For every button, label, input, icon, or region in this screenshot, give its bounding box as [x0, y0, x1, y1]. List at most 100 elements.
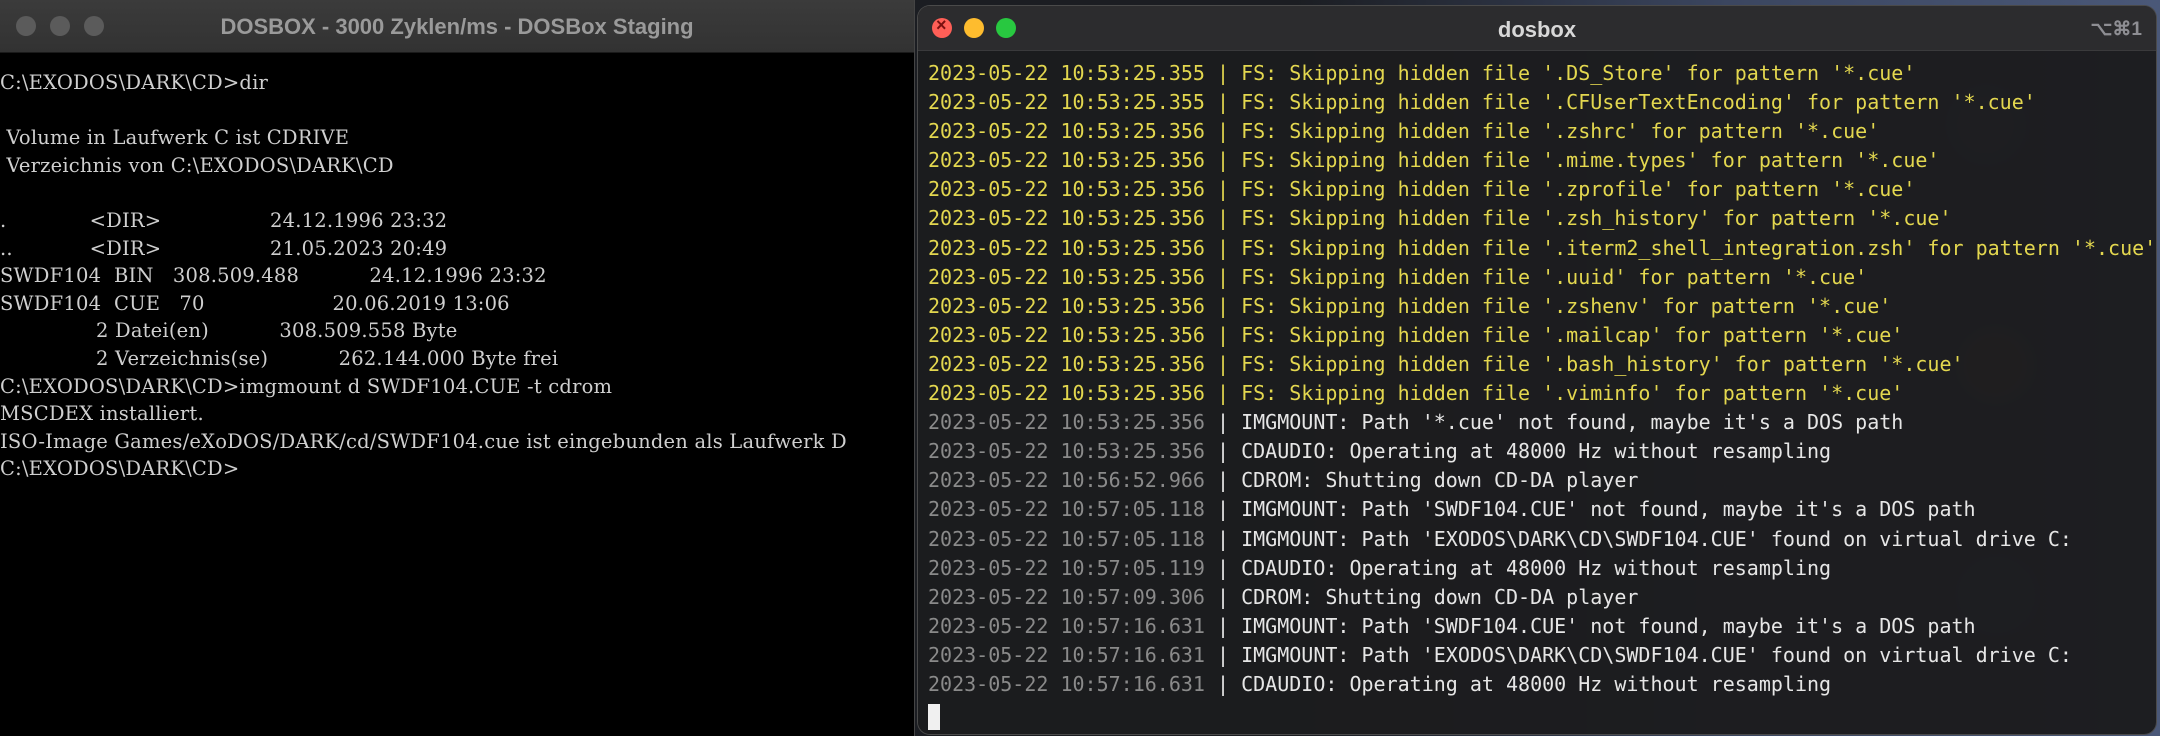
console-line: MSCDEX installiert. — [0, 402, 204, 426]
log-separator: | — [1204, 235, 1242, 260]
log-line: 2023-05-22 10:53:25.356 | FS: Skipping h… — [928, 204, 2156, 233]
log-separator: | — [1204, 584, 1242, 609]
log-timestamp: 2023-05-22 10:57:05.118 — [928, 526, 1205, 551]
log-timestamp: 2023-05-22 10:57:05.119 — [928, 555, 1205, 580]
log-line: 2023-05-22 10:53:25.356 | FS: Skipping h… — [928, 379, 2156, 408]
log-separator: | — [1204, 264, 1242, 289]
log-timestamp: 2023-05-22 10:53:25.356 — [928, 177, 1205, 202]
log-message: CDAUDIO: Operating at 48000 Hz without r… — [1241, 671, 1832, 696]
log-separator: | — [1204, 351, 1242, 376]
log-timestamp: 2023-05-22 10:53:25.356 — [928, 322, 1205, 347]
log-message: IMGMOUNT: Path 'EXODOS\DARK\CD\SWDF104.C… — [1241, 642, 2072, 667]
log-separator: | — [1204, 61, 1242, 85]
log-message: CDAUDIO: Operating at 48000 Hz without r… — [1241, 439, 1832, 464]
log-message: CDROM: Shutting down CD-DA player — [1241, 584, 1639, 609]
log-timestamp: 2023-05-22 10:53:25.355 — [928, 61, 1205, 85]
console-line: C:\EXODOS\DARK\CD>dir — [0, 71, 269, 94]
terminal-titlebar[interactable]: dosbox ⌥⌘1 — [918, 6, 2156, 51]
log-timestamp: 2023-05-22 10:53:25.355 — [928, 90, 1205, 115]
log-message: IMGMOUNT: Path 'SWDF104.CUE' not found, … — [1241, 497, 1976, 522]
log-message: CDAUDIO: Operating at 48000 Hz without r… — [1241, 555, 1832, 580]
log-separator: | — [1204, 642, 1242, 667]
log-line: 2023-05-22 10:57:16.631 | IMGMOUNT: Path… — [928, 641, 2156, 670]
log-timestamp: 2023-05-22 10:53:25.356 — [928, 293, 1205, 318]
log-line: 2023-05-22 10:57:05.118 | IMGMOUNT: Path… — [928, 495, 2156, 524]
log-timestamp: 2023-05-22 10:53:25.356 — [928, 410, 1205, 435]
log-separator: | — [1204, 497, 1242, 522]
log-separator: | — [1204, 613, 1242, 638]
log-message: FS: Skipping hidden file '.mailcap' for … — [1241, 322, 1904, 347]
console-line: C:\EXODOS\DARK\CD> — [0, 457, 240, 481]
log-timestamp: 2023-05-22 10:56:52.966 — [928, 468, 1205, 493]
log-separator: | — [1204, 468, 1242, 493]
log-separator: | — [1204, 206, 1242, 231]
log-line: 2023-05-22 10:53:25.356 | FS: Skipping h… — [928, 175, 2156, 204]
log-line: 2023-05-22 10:53:25.355 | FS: Skipping h… — [928, 88, 2156, 117]
log-line: 2023-05-22 10:53:25.355 | FS: Skipping h… — [928, 59, 2156, 88]
log-line: 2023-05-22 10:57:09.306 | CDROM: Shuttin… — [928, 583, 2156, 612]
log-message: FS: Skipping hidden file '.viminfo' for … — [1241, 381, 1904, 406]
log-line: 2023-05-22 10:56:52.966 | CDROM: Shuttin… — [928, 466, 2156, 495]
log-line: 2023-05-22 10:57:05.118 | IMGMOUNT: Path… — [928, 525, 2156, 554]
log-line: 2023-05-22 10:53:25.356 | CDAUDIO: Opera… — [928, 437, 2156, 466]
log-message: CDROM: Shutting down CD-DA player — [1241, 468, 1639, 493]
log-message: FS: Skipping hidden file '.DS_Store' for… — [1241, 61, 1916, 85]
log-message: FS: Skipping hidden file '.mime.types' f… — [1241, 148, 1940, 173]
log-timestamp: 2023-05-22 10:53:25.356 — [928, 264, 1205, 289]
console-line: Volume in Laufwerk C ist CDRIVE — [0, 126, 350, 150]
dos-console[interactable]: C:\EXODOS\DARK\CD>dir Volume in Laufwerk… — [0, 53, 914, 483]
log-line: 2023-05-22 10:53:25.356 | FS: Skipping h… — [928, 350, 2156, 379]
console-line: ISO-Image Games/eXoDOS/DARK/cd/SWDF104.c… — [0, 429, 847, 453]
terminal-window[interactable]: dosbox ⌥⌘1 2023-05-22 10:53:25.355 | FS:… — [918, 6, 2156, 734]
window-title: DOSBOX - 3000 Zyklen/ms - DOSBox Staging — [220, 14, 694, 39]
console-line: 2 Verzeichnis(se) 262.144.000 Byte frei — [0, 346, 559, 370]
terminal-output[interactable]: 2023-05-22 10:53:25.355 | FS: Skipping h… — [918, 51, 2156, 730]
log-line: 2023-05-22 10:57:05.119 | CDAUDIO: Opera… — [928, 554, 2156, 583]
log-separator: | — [1204, 90, 1242, 115]
console-line: Verzeichnis von C:\EXODOS\DARK\CD — [0, 153, 394, 177]
console-line: SWDF104 BIN 308.509.488 24.12.1996 23:32 — [0, 264, 547, 288]
log-line: 2023-05-22 10:57:16.631 | CDAUDIO: Opera… — [928, 670, 2156, 699]
console-line: .. <DIR> 21.05.2023 20:49 — [0, 236, 448, 260]
log-separator: | — [1204, 177, 1242, 202]
log-line: 2023-05-22 10:53:25.356 | IMGMOUNT: Path… — [928, 408, 2156, 437]
log-separator: | — [1204, 381, 1242, 406]
prompt-line[interactable] — [928, 699, 2156, 730]
log-line: 2023-05-22 10:53:25.356 | FS: Skipping h… — [928, 263, 2156, 292]
log-message: FS: Skipping hidden file '.CFUserTextEnc… — [1241, 90, 2036, 115]
log-timestamp: 2023-05-22 10:53:25.356 — [928, 148, 1205, 173]
log-timestamp: 2023-05-22 10:53:25.356 — [928, 119, 1205, 144]
log-message: FS: Skipping hidden file '.zprofile' for… — [1241, 177, 1916, 202]
dosbox-titlebar[interactable]: DOSBOX - 3000 Zyklen/ms - DOSBox Staging — [0, 0, 914, 53]
dosbox-window[interactable]: DOSBOX - 3000 Zyklen/ms - DOSBox Staging… — [0, 0, 915, 736]
log-line: 2023-05-22 10:53:25.356 | FS: Skipping h… — [928, 146, 2156, 175]
log-timestamp: 2023-05-22 10:57:09.306 — [928, 584, 1205, 609]
window-shortcut: ⌥⌘1 — [2090, 19, 2142, 40]
log-timestamp: 2023-05-22 10:53:25.356 — [928, 351, 1205, 376]
console-line: 2 Datei(en) 308.509.558 Byte — [0, 319, 458, 343]
log-message: FS: Skipping hidden file '.zshrc' for pa… — [1241, 119, 1880, 144]
log-message: IMGMOUNT: Path 'EXODOS\DARK\CD\SWDF104.C… — [1241, 526, 2072, 551]
log-separator: | — [1204, 439, 1242, 464]
text-cursor — [928, 703, 940, 730]
log-separator: | — [1204, 410, 1242, 435]
log-separator: | — [1204, 671, 1242, 696]
log-message: FS: Skipping hidden file '.zshenv' for p… — [1241, 293, 1892, 318]
log-timestamp: 2023-05-22 10:57:16.631 — [928, 642, 1205, 667]
log-message: FS: Skipping hidden file '.bash_history'… — [1241, 351, 1964, 376]
log-message: FS: Skipping hidden file '.iterm2_shell_… — [1241, 235, 2156, 260]
log-timestamp: 2023-05-22 10:53:25.356 — [928, 206, 1205, 231]
log-message: FS: Skipping hidden file '.uuid' for pat… — [1241, 264, 1868, 289]
log-separator: | — [1204, 555, 1242, 580]
log-line: 2023-05-22 10:53:25.356 | FS: Skipping h… — [928, 292, 2156, 321]
log-timestamp: 2023-05-22 10:57:16.631 — [928, 613, 1205, 638]
log-line: 2023-05-22 10:53:25.356 | FS: Skipping h… — [928, 117, 2156, 146]
log-separator: | — [1204, 293, 1242, 318]
log-line: 2023-05-22 10:53:25.356 | FS: Skipping h… — [928, 234, 2156, 263]
log-timestamp: 2023-05-22 10:53:25.356 — [928, 381, 1205, 406]
log-separator: | — [1204, 119, 1242, 144]
log-timestamp: 2023-05-22 10:53:25.356 — [928, 235, 1205, 260]
log-timestamp: 2023-05-22 10:57:16.631 — [928, 671, 1205, 696]
